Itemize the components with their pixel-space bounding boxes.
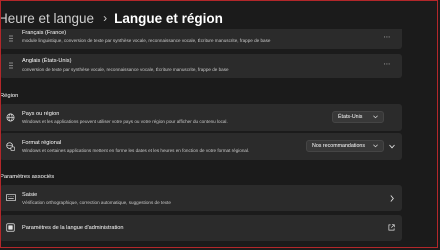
related-setting-admin-language[interactable]: Paramètres de la langue d'administration [0,215,402,241]
regional-format-select-value: Nos recommandations [312,143,365,149]
expand-chevron-icon[interactable] [389,144,395,149]
chevron-down-icon [373,115,378,119]
setting-title: Paramètres de la langue d'administration [22,225,124,231]
open-external-icon [388,224,395,231]
section-heading-region: Région [0,93,19,99]
country-select-value: États-Unis [338,114,363,120]
language-features: conversion de texte par synthèse vocale,… [22,67,229,72]
language-item-english[interactable]: Anglais (États-Unis) conversion de texte… [0,54,402,78]
setting-country-region: Pays ou région Windows et les applicatio… [0,104,402,131]
setting-regional-format[interactable]: Format régional Windows et certaines app… [0,133,402,160]
breadcrumb-parent-link[interactable]: Heure et langue [0,11,94,26]
language-name: Français (France) [22,30,67,36]
country-select[interactable]: États-Unis [332,111,384,123]
setting-title: Format régional [22,140,62,146]
admin-language-icon [6,223,15,232]
setting-description: Windows et les applications peuvent util… [22,119,228,124]
keyboard-icon [6,193,16,202]
more-options-icon[interactable]: ⋯ [384,60,392,68]
breadcrumb: Heure et langue › Langue et région [0,8,223,28]
more-options-icon[interactable]: ⋯ [384,33,392,41]
setting-description: Windows et certaines applications metten… [22,148,250,153]
drag-handle-icon[interactable] [9,62,13,69]
setting-title: Saisie [22,192,38,198]
chevron-down-icon [373,144,378,148]
section-heading-related-settings: Paramètres associés [0,174,55,180]
drag-handle-icon[interactable] [9,35,13,42]
breadcrumb-separator-icon: › [103,11,108,25]
setting-title: Pays ou région [22,111,60,117]
regional-format-icon [6,142,15,151]
page-title: Langue et région [114,10,223,26]
regional-format-select[interactable]: Nos recommandations [306,140,384,152]
setting-description: Vérification orthographique, correction … [22,200,171,205]
language-name: Anglais (États-Unis) [22,58,72,64]
language-item-french[interactable]: Français (France) module linguistique, c… [0,29,402,49]
related-setting-typing[interactable]: Saisie Vérification orthographique, corr… [0,185,402,211]
chevron-right-icon [390,195,394,202]
globe-icon [6,113,15,122]
language-features: module linguistique, conversion de texte… [22,38,271,43]
